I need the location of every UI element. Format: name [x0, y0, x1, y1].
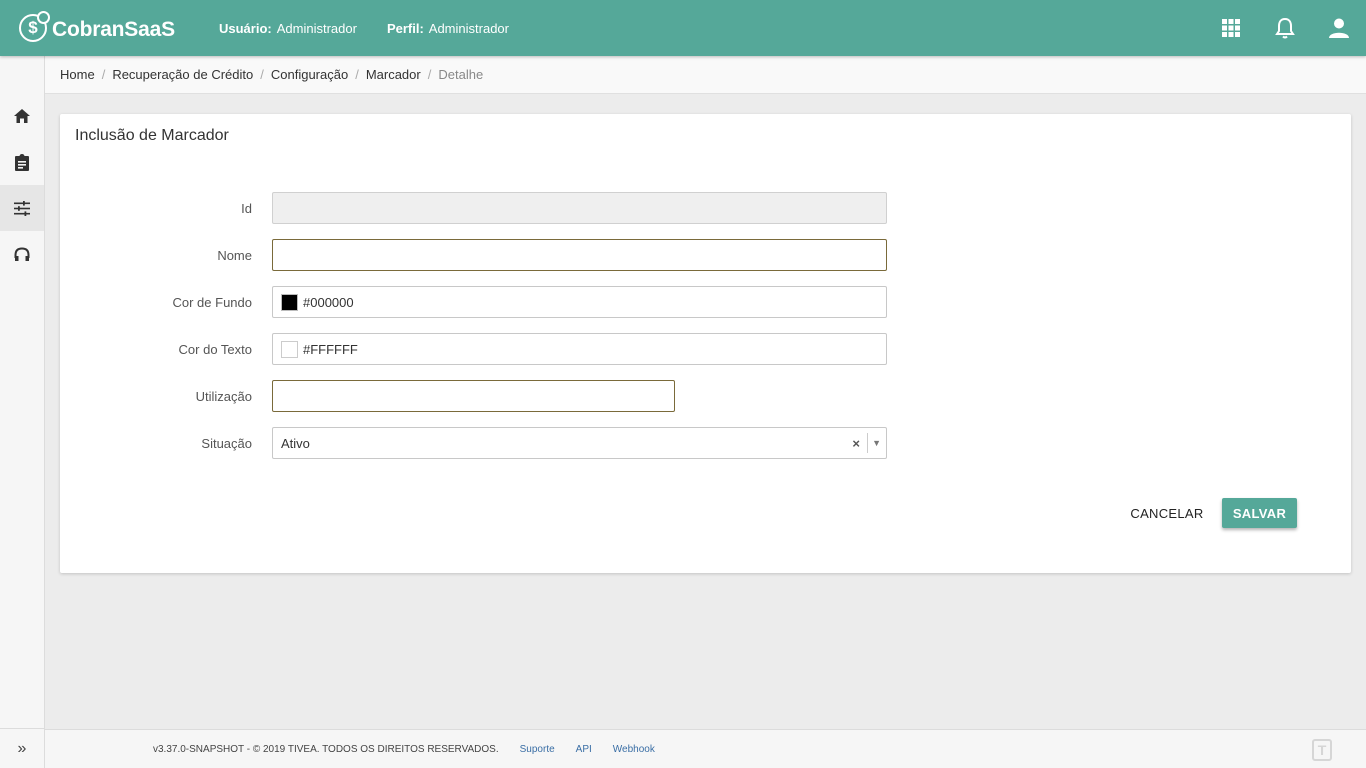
situacao-value: Ativo: [281, 435, 310, 451]
user-info: Usuário: Administrador Perfil: Administr…: [219, 21, 539, 36]
footer: v3.37.0-SNAPSHOT - © 2019 TIVEA. TODOS O…: [45, 729, 1366, 768]
nome-label: Nome: [217, 247, 252, 263]
breadcrumb-home[interactable]: Home: [60, 67, 95, 82]
top-bar: $ CobranSaaS Usuário: Administrador Perf…: [0, 0, 1366, 56]
sidebar: »: [0, 56, 45, 768]
row-cor-fundo: Cor de Fundo #000000: [60, 286, 887, 318]
cor-fundo-label: Cor de Fundo: [172, 294, 253, 310]
user-label: Usuário:: [219, 20, 272, 36]
nome-field[interactable]: [272, 239, 887, 271]
cor-texto-field[interactable]: #FFFFFF: [272, 333, 887, 365]
logo-dollar-icon: $: [19, 11, 50, 42]
clear-icon[interactable]: ×: [852, 428, 860, 458]
row-nome: Nome: [60, 239, 887, 271]
save-button[interactable]: SALVAR: [1222, 498, 1297, 528]
double-chevron-right-icon: »: [17, 739, 27, 757]
cor-fundo-value: #000000: [303, 294, 354, 310]
form-card: Inclusão de Marcador Id Nome Cor de Fund…: [60, 114, 1351, 573]
cancel-button[interactable]: CANCELAR: [1126, 498, 1208, 528]
page-title: Inclusão de Marcador: [75, 127, 229, 144]
apps-grid-icon[interactable]: [1204, 0, 1258, 56]
cor-texto-value: #FFFFFF: [303, 341, 358, 357]
breadcrumb-marcador[interactable]: Marcador: [366, 67, 421, 82]
cor-texto-swatch[interactable]: [281, 340, 298, 358]
cor-fundo-field[interactable]: #000000: [272, 286, 887, 318]
sidebar-expand-button[interactable]: »: [0, 728, 44, 768]
copyright-text: v3.37.0-SNAPSHOT - © 2019 TIVEA. TODOS O…: [153, 743, 499, 755]
chevron-down-icon[interactable]: ▼: [872, 428, 881, 458]
utilizacao-field[interactable]: [272, 380, 675, 412]
profile-value: Administrador: [428, 20, 509, 36]
row-id: Id: [60, 192, 887, 224]
breadcrumb-recuperacao[interactable]: Recuperação de Crédito: [112, 67, 253, 82]
row-utilizacao: Utilização: [60, 380, 675, 412]
sidebar-item-home[interactable]: [0, 93, 44, 139]
headset-icon: [14, 246, 30, 261]
breadcrumb-configuracao[interactable]: Configuração: [271, 67, 348, 82]
situacao-select[interactable]: Ativo × ▼: [272, 427, 887, 459]
clipboard-icon: [15, 153, 29, 171]
sliders-icon: [14, 200, 30, 216]
row-situacao: Situação Ativo × ▼: [60, 427, 887, 459]
id-label: Id: [241, 200, 252, 216]
link-api[interactable]: API: [576, 744, 592, 755]
utilizacao-label: Utilização: [195, 388, 252, 404]
profile-label: Perfil:: [386, 20, 424, 36]
breadcrumb: Home / Recuperação de Crédito / Configur…: [45, 56, 1366, 94]
link-suporte[interactable]: Suporte: [520, 744, 555, 755]
cor-texto-label: Cor do Texto: [178, 341, 252, 357]
app-logo[interactable]: $ CobranSaaS: [19, 11, 219, 42]
id-field: [272, 192, 887, 224]
sidebar-item-settings[interactable]: [0, 185, 44, 231]
breadcrumb-detalhe: Detalhe: [438, 67, 484, 82]
user-icon[interactable]: [1312, 0, 1366, 56]
situacao-label: Situação: [201, 435, 252, 451]
user-value: Administrador: [276, 20, 357, 36]
home-icon: [14, 109, 30, 123]
bell-icon[interactable]: [1258, 0, 1312, 56]
app-name: CobranSaaS: [52, 18, 175, 41]
sidebar-item-support[interactable]: [0, 231, 44, 277]
row-cor-texto: Cor do Texto #FFFFFF: [60, 333, 887, 365]
tivea-logo-icon: T: [1312, 739, 1332, 761]
link-webhook[interactable]: Webhook: [613, 744, 655, 755]
cor-fundo-swatch[interactable]: [281, 293, 298, 311]
sidebar-item-clipboard[interactable]: [0, 139, 44, 185]
